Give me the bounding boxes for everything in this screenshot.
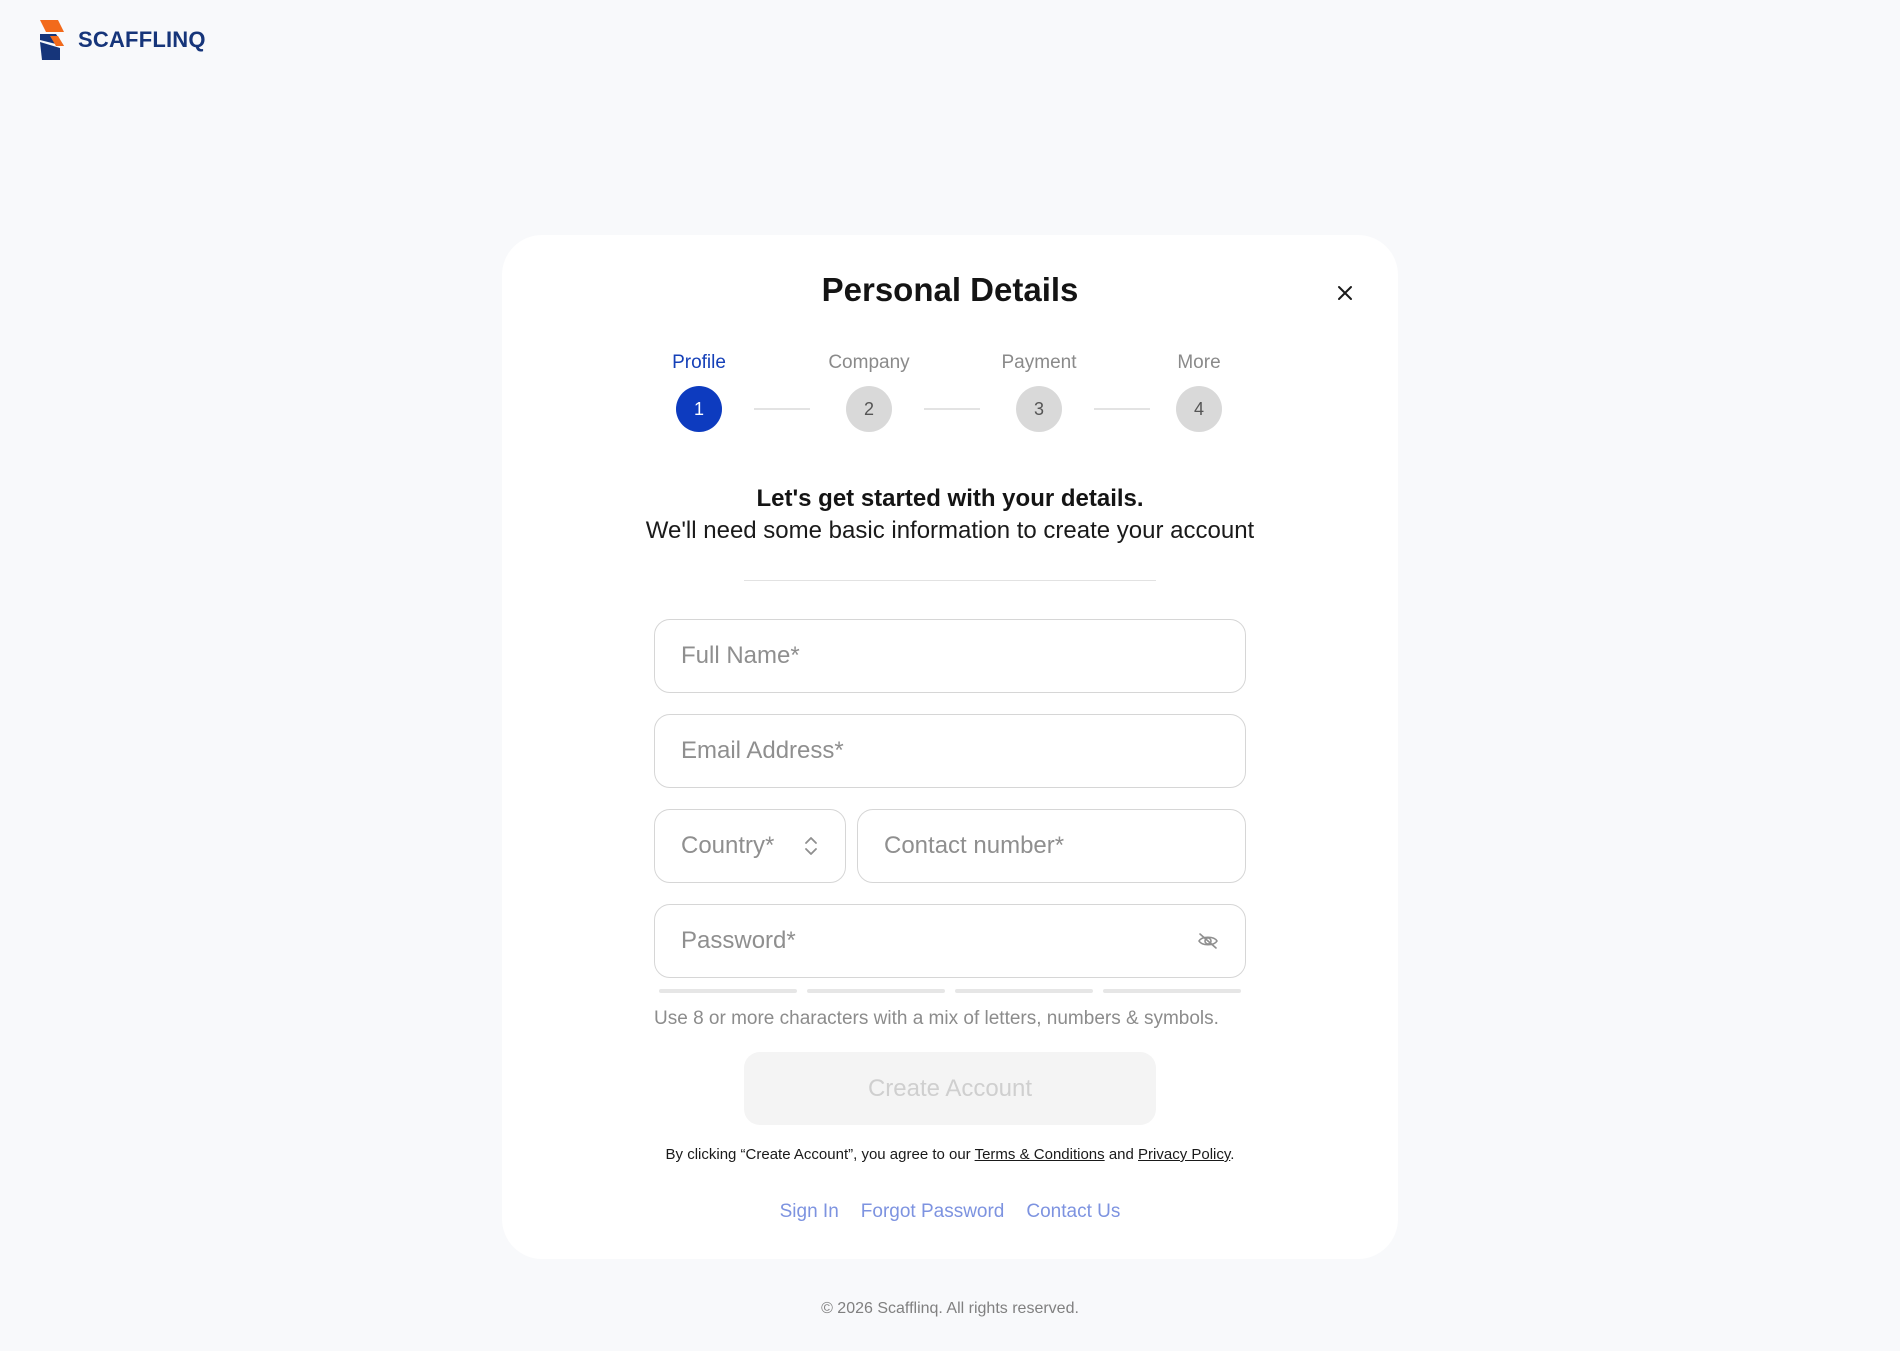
password-hint: Use 8 or more characters with a mix of l… bbox=[654, 1008, 1219, 1029]
country-select[interactable]: Country* bbox=[654, 809, 846, 883]
modal-title: Personal Details bbox=[821, 271, 1079, 308]
intro-title: Let's get started with your details. bbox=[756, 485, 1144, 512]
copyright: © 2026 Scafflinq. All rights reserved. bbox=[821, 1300, 1079, 1317]
close-icon bbox=[1337, 285, 1353, 301]
signup-card: Personal Details Profile Company Payment… bbox=[502, 235, 1398, 1259]
step-connector bbox=[754, 408, 810, 410]
strength-segment bbox=[807, 989, 945, 993]
step-label-company[interactable]: Company bbox=[799, 352, 939, 374]
full-name-placeholder: Full Name* bbox=[681, 642, 800, 669]
forgot-password-link[interactable]: Forgot Password bbox=[861, 1201, 1005, 1223]
agreement-text: By clicking “Create Account”, you agree … bbox=[502, 1146, 1398, 1163]
create-account-button[interactable]: Create Account bbox=[744, 1052, 1156, 1125]
step-circle-company[interactable]: 2 bbox=[846, 386, 892, 432]
password-strength-meter bbox=[659, 989, 1241, 993]
contact-number-input[interactable]: Contact number* bbox=[857, 809, 1246, 883]
step-circle-payment[interactable]: 3 bbox=[1016, 386, 1062, 432]
step-label-payment[interactable]: Payment bbox=[969, 352, 1109, 374]
agreement-prefix: By clicking “Create Account”, you agree … bbox=[665, 1146, 971, 1163]
brand-name: SCAFFLINQ bbox=[78, 27, 206, 52]
brand-logo[interactable]: SCAFFLINQ bbox=[36, 20, 206, 60]
terms-link[interactable]: Terms & Conditions bbox=[975, 1146, 1105, 1163]
step-label-more[interactable]: More bbox=[1129, 352, 1269, 374]
step-connector bbox=[924, 408, 980, 410]
step-label-profile[interactable]: Profile bbox=[629, 352, 769, 374]
strength-segment bbox=[659, 989, 797, 993]
step-circle-profile[interactable]: 1 bbox=[676, 386, 722, 432]
sign-in-link[interactable]: Sign In bbox=[780, 1201, 839, 1223]
chevron-up-down-icon bbox=[803, 834, 819, 858]
logo-mark-icon bbox=[40, 20, 64, 60]
email-placeholder: Email Address* bbox=[681, 737, 844, 764]
agreement-period: . bbox=[1230, 1146, 1235, 1163]
password-input[interactable]: Password* bbox=[654, 904, 1246, 978]
contact-placeholder: Contact number* bbox=[884, 832, 1065, 859]
divider bbox=[744, 580, 1156, 581]
full-name-input[interactable]: Full Name* bbox=[654, 619, 1246, 693]
strength-segment bbox=[955, 989, 1093, 993]
agreement-and: and bbox=[1108, 1146, 1134, 1163]
footer-links: Sign In Forgot Password Contact Us bbox=[502, 1201, 1398, 1223]
contact-us-link[interactable]: Contact Us bbox=[1026, 1201, 1120, 1223]
email-input[interactable]: Email Address* bbox=[654, 714, 1246, 788]
privacy-link[interactable]: Privacy Policy bbox=[1138, 1146, 1230, 1163]
close-button[interactable] bbox=[1332, 280, 1358, 306]
password-placeholder: Password* bbox=[681, 927, 796, 954]
step-connector bbox=[1094, 408, 1150, 410]
intro-subtitle: We'll need some basic information to cre… bbox=[645, 517, 1255, 544]
step-circle-more[interactable]: 4 bbox=[1176, 386, 1222, 432]
strength-segment bbox=[1103, 989, 1241, 993]
eye-off-icon[interactable] bbox=[1197, 932, 1219, 950]
country-placeholder: Country* bbox=[681, 832, 775, 859]
